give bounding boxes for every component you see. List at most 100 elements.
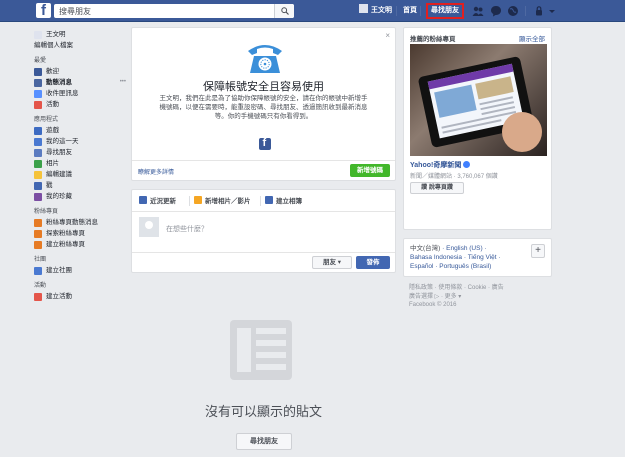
tab-status-update[interactable]: 近況更新: [139, 196, 176, 206]
avatar: [359, 4, 368, 13]
create-group-icon: [34, 267, 42, 275]
tab-divider: [260, 196, 261, 206]
search-icon: [281, 7, 289, 15]
nav-profile-link[interactable]: 王文明: [359, 4, 392, 18]
search-input[interactable]: 搜尋朋友: [54, 4, 294, 18]
globe-notifications-icon[interactable]: [507, 5, 519, 17]
suggested-pages-heading: 推薦的粉絲專頁: [410, 36, 456, 43]
page-footer: 隱私政策 · 使用條款 · Cookie · 廣告 廣告選擇 ▷ · 更多 ▾ …: [409, 284, 549, 310]
post-button[interactable]: 發佈: [356, 256, 390, 269]
nav-home-link[interactable]: 首頁: [403, 4, 417, 18]
search-placeholder: 搜尋朋友: [59, 7, 91, 16]
left-sidebar: 王文明 編輯個人檔案 最愛 歡迎 動態消息 ••• 收件匣訊息 活動 應用程式 遊…: [34, 29, 126, 302]
sidebar-item-games[interactable]: 遊戲: [34, 125, 126, 136]
empty-feed-message: 沒有可以顯示的貼文: [204, 404, 322, 419]
see-all-link[interactable]: 顯示全部: [519, 33, 545, 43]
saved-icon: [34, 193, 42, 201]
sidebar-section-title: 應用程式: [34, 117, 59, 123]
lock-privacy-icon[interactable]: [533, 5, 545, 17]
copyright: Facebook © 2016: [409, 302, 457, 308]
create-event-icon: [34, 293, 42, 301]
add-language-button[interactable]: +: [531, 244, 545, 258]
create-page-icon: [34, 241, 42, 249]
security-card: × 保障帳號安全且容易使用 王文明，我們在此是為了協助你保障帳號的安全，請在你的…: [131, 27, 396, 181]
suggested-pages-card: 推薦的粉絲專頁 顯示全部 Yahoo!奇摩新聞 新聞／媒體網站 · 3,760,…: [403, 27, 552, 230]
more-options-icon[interactable]: •••: [120, 77, 126, 88]
nav-divider: [525, 6, 526, 16]
facebook-logo[interactable]: f: [36, 2, 51, 19]
avatar: [139, 217, 159, 237]
nav-divider: [396, 6, 397, 16]
avatar: [34, 31, 42, 39]
sidebar-item-messages[interactable]: 收件匣訊息: [34, 88, 126, 99]
sidebar-item-create-group[interactable]: 建立社團: [34, 265, 126, 276]
security-footer: 瞭解更多詳情 新增號碼: [132, 160, 395, 180]
facebook-icon: f: [259, 137, 271, 150]
nav-divider: [420, 6, 421, 16]
pencil-icon: [139, 196, 147, 204]
games-icon: [34, 127, 42, 135]
sidebar-section-title: 活動: [34, 283, 47, 289]
suggest-edits-icon: [34, 171, 42, 179]
current-language: 中文(台灣): [410, 245, 441, 252]
footer-links[interactable]: 隱私政策 · 使用條款 · Cookie · 廣告: [409, 284, 549, 293]
language-links[interactable]: Bahasa Indonesia · Tiếng Việt ·: [410, 254, 501, 261]
find-friends-button[interactable]: 尋找朋友: [236, 433, 292, 450]
camera-icon: [194, 196, 202, 204]
welcome-icon: [34, 68, 42, 76]
audience-selector[interactable]: 朋友 ▾: [312, 256, 352, 269]
language-links[interactable]: Español · Português (Brasil): [410, 263, 491, 270]
sidebar-item-suggest-edits[interactable]: 編輯建議: [34, 169, 126, 180]
discover-pages-icon: [34, 230, 42, 238]
chevron-down-icon[interactable]: [546, 5, 558, 17]
events-icon: [34, 101, 42, 109]
sidebar-item-profile[interactable]: 王文明: [34, 29, 126, 40]
sidebar-item-saved[interactable]: 我的珍藏: [34, 191, 126, 202]
tab-add-photo-video[interactable]: 新增相片／影片: [194, 196, 251, 206]
composer-tabs: 近況更新 新增相片／影片 建立相簿: [132, 190, 395, 212]
add-phone-button[interactable]: 新增號碼: [350, 164, 390, 177]
footer-links[interactable]: 廣告選擇 ▷ · 更多 ▾: [409, 293, 549, 302]
language-list: 中文(台灣) · English (US) · Bahasa Indonesia…: [410, 244, 522, 271]
top-bar: f 搜尋朋友 王文明 首頁 尋找朋友: [0, 0, 625, 22]
close-icon[interactable]: ×: [385, 31, 390, 40]
post-composer: 近況更新 新增相片／影片 建立相簿 在想些什麼？ 朋友 ▾ 發佈: [131, 189, 396, 273]
sidebar-section-title: 最愛: [34, 58, 47, 64]
search-button[interactable]: [274, 4, 294, 18]
ad-image[interactable]: [410, 44, 547, 156]
suggested-page-name[interactable]: Yahoo!奇摩新聞: [410, 160, 471, 170]
sidebar-item-discover-pages[interactable]: 探索粉絲專頁: [34, 228, 126, 239]
learn-more-link[interactable]: 瞭解更多詳情: [138, 167, 174, 176]
sidebar-item-news-feed[interactable]: 動態消息 •••: [34, 77, 126, 88]
sidebar-item-pokes[interactable]: 戳: [34, 180, 126, 191]
sidebar-item-edit-profile[interactable]: 編輯個人檔案: [34, 40, 126, 51]
sidebar-item-events[interactable]: 活動: [34, 99, 126, 110]
sidebar-item-create-page[interactable]: 建立粉絲專頁: [34, 239, 126, 250]
sidebar-item-find-friends[interactable]: 尋找朋友: [34, 147, 126, 158]
sidebar-item-on-this-day[interactable]: 我的這一天: [34, 136, 126, 147]
friend-requests-icon[interactable]: [472, 5, 484, 17]
sidebar-item-photos[interactable]: 相片: [34, 158, 126, 169]
verified-badge-icon: [463, 161, 471, 168]
composer-footer: 朋友 ▾ 發佈: [132, 252, 395, 272]
sidebar-item-create-event[interactable]: 建立活動: [34, 291, 126, 302]
security-title: 保障帳號安全且容易使用: [203, 81, 324, 93]
tab-create-album[interactable]: 建立相簿: [265, 196, 302, 206]
messages-icon: [34, 90, 42, 98]
sidebar-item-welcome[interactable]: 歡迎: [34, 66, 126, 77]
sidebar-item-pages-feed[interactable]: 粉絲專頁動態消息: [34, 217, 126, 228]
suggested-page-meta: 新聞／媒體網站 · 3,760,067 個讚: [410, 174, 498, 180]
messages-icon[interactable]: [490, 5, 502, 17]
nav-find-friends-link[interactable]: 尋找朋友: [426, 3, 464, 19]
empty-feed-icon: [230, 320, 292, 380]
language-links[interactable]: · English (US) ·: [440, 245, 486, 252]
sidebar-section-title: 社團: [34, 257, 47, 263]
photos-icon: [34, 160, 42, 168]
news-feed-icon: [34, 79, 42, 87]
security-body: 王文明，我們在此是為了協助你保障帳號的安全，請在你的帳號中新增手機號碼，以便在需…: [159, 95, 368, 120]
like-page-button[interactable]: 讚 說專頁讚: [410, 182, 464, 194]
on-this-day-icon: [34, 138, 42, 146]
phone-icon: [248, 45, 282, 73]
composer-input[interactable]: 在想些什麼？: [166, 224, 208, 234]
album-icon: [265, 196, 273, 204]
